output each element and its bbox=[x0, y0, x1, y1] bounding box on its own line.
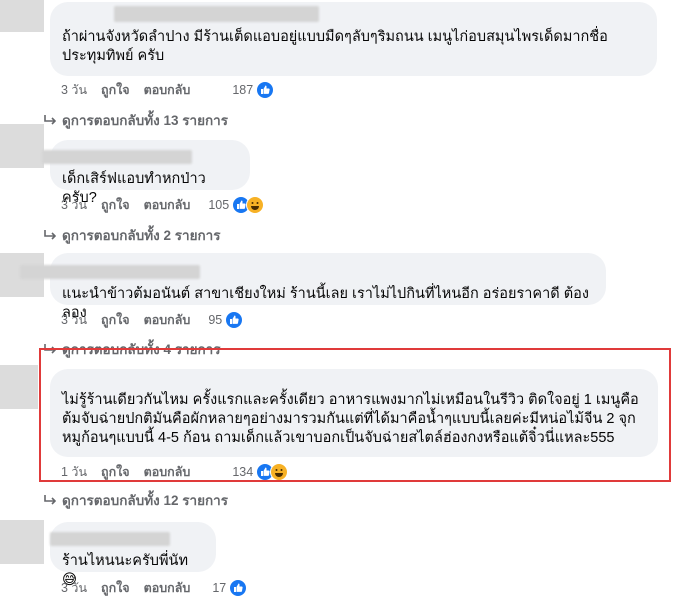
like-reaction-icon bbox=[256, 81, 275, 99]
comment-bubble: ถ้าผ่านจังหวัดลำปาง มีร้านเต็ดแอบอยู่แบบ… bbox=[50, 2, 657, 76]
haha-reaction-icon bbox=[270, 463, 289, 481]
comment-actions: 3 วัน ถูกใจ ตอบกลับ 95 bbox=[61, 310, 244, 330]
reply-button[interactable]: ตอบกลับ bbox=[144, 310, 191, 330]
view-replies-label: ดูการตอบกลับทั้ง 13 รายการ bbox=[62, 113, 228, 128]
reaction-count: 17 bbox=[212, 581, 227, 595]
like-button[interactable]: ถูกใจ bbox=[101, 195, 130, 215]
reply-arrow-icon bbox=[44, 344, 56, 354]
timestamp[interactable]: 3 วัน bbox=[61, 80, 87, 100]
reply-button[interactable]: ตอบกลับ bbox=[144, 578, 191, 598]
view-replies-link[interactable]: ดูการตอบกลับทั้ง 12 รายการ bbox=[44, 490, 228, 510]
reaction-summary[interactable]: 134 bbox=[232, 463, 289, 481]
reply-button[interactable]: ตอบกลับ bbox=[144, 80, 191, 100]
reaction-summary[interactable]: 17 bbox=[212, 579, 248, 597]
reply-arrow-icon bbox=[44, 230, 56, 240]
view-replies-link[interactable]: ดูการตอบกลับทั้ง 13 รายการ bbox=[44, 110, 228, 130]
comment-actions: 3 วัน ถูกใจ ตอบกลับ 105 bbox=[61, 195, 265, 215]
reaction-summary[interactable]: 95 bbox=[208, 311, 244, 329]
comment-actions: 1 วัน ถูกใจ ตอบกลับ 134 bbox=[61, 462, 289, 482]
author-name-blurred[interactable] bbox=[114, 6, 319, 22]
avatar[interactable] bbox=[0, 365, 38, 409]
comment-bubble: แนะนำข้าวต้มอนันต์ สาขาเชียงใหม่ ร้านนี้… bbox=[20, 253, 606, 321]
reply-button[interactable]: ตอบกลับ bbox=[144, 462, 191, 482]
comment-text: ไม่รู้ร้านเดียวกันไหม ครั้งแรกและครั้งเด… bbox=[62, 392, 639, 446]
avatar[interactable] bbox=[0, 520, 44, 564]
comment-text: ถ้าผ่านจังหวัดลำปาง มีร้านเต็ดแอบอยู่แบบ… bbox=[62, 29, 608, 64]
comment-bubble: ไม่รู้ร้านเดียวกันไหม ครั้งแรกและครั้งเด… bbox=[50, 369, 658, 457]
author-name-blurred[interactable] bbox=[42, 150, 192, 164]
like-reaction-icon bbox=[225, 311, 244, 329]
reaction-count: 134 bbox=[232, 465, 254, 479]
author-name-blurred[interactable] bbox=[50, 532, 170, 546]
avatar[interactable] bbox=[0, 124, 44, 168]
reply-button[interactable]: ตอบกลับ bbox=[144, 195, 191, 215]
timestamp[interactable]: 1 วัน bbox=[61, 462, 87, 482]
like-button[interactable]: ถูกใจ bbox=[101, 80, 130, 100]
timestamp[interactable]: 3 วัน bbox=[61, 578, 87, 598]
reaction-count: 95 bbox=[208, 313, 223, 327]
comment-bubble: เด็กเสิร์ฟแอบทำหกป่าวครับ? bbox=[42, 140, 250, 206]
reaction-summary[interactable]: 187 bbox=[232, 81, 275, 99]
comment-actions: 3 วัน ถูกใจ ตอบกลับ 187 bbox=[61, 80, 275, 100]
author-name-blurred[interactable] bbox=[20, 265, 200, 279]
reaction-summary[interactable]: 105 bbox=[208, 196, 265, 214]
like-button[interactable]: ถูกใจ bbox=[101, 462, 130, 482]
comment-actions: 3 วัน ถูกใจ ตอบกลับ 17 bbox=[61, 578, 248, 598]
like-button[interactable]: ถูกใจ bbox=[101, 578, 130, 598]
haha-reaction-icon bbox=[246, 196, 265, 214]
timestamp[interactable]: 3 วัน bbox=[61, 310, 87, 330]
view-replies-label: ดูการตอบกลับทั้ง 12 รายการ bbox=[62, 493, 228, 508]
comment-bubble: ร้านไหนนะครับพี่นัท 😅 bbox=[50, 522, 216, 588]
like-reaction-icon bbox=[229, 579, 248, 597]
reply-arrow-icon bbox=[44, 495, 56, 505]
like-button[interactable]: ถูกใจ bbox=[101, 310, 130, 330]
view-replies-label: ดูการตอบกลับทั้ง 2 รายการ bbox=[62, 228, 221, 243]
reply-arrow-icon bbox=[44, 115, 56, 125]
view-replies-label: ดูการตอบกลับทั้ง 4 รายการ bbox=[62, 342, 221, 357]
avatar[interactable] bbox=[0, 0, 44, 32]
reaction-count: 187 bbox=[232, 83, 254, 97]
view-replies-link[interactable]: ดูการตอบกลับทั้ง 4 รายการ bbox=[44, 339, 220, 359]
view-replies-link[interactable]: ดูการตอบกลับทั้ง 2 รายการ bbox=[44, 225, 220, 245]
timestamp[interactable]: 3 วัน bbox=[61, 195, 87, 215]
reaction-count: 105 bbox=[208, 198, 230, 212]
